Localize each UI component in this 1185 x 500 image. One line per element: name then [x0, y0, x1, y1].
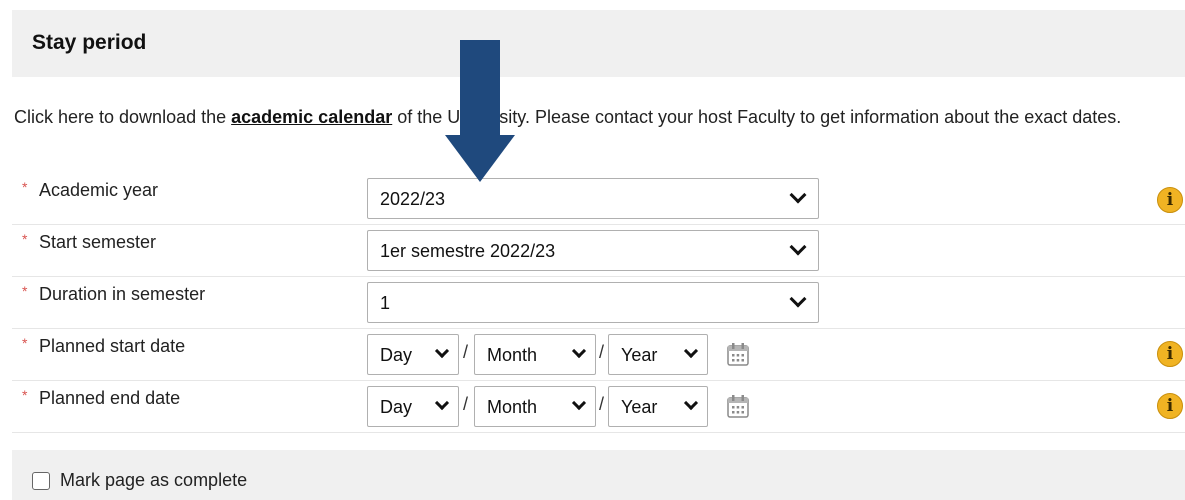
start-semester-select[interactable]: 1er semestre 2022/23	[367, 230, 819, 271]
section-header: Stay period	[12, 10, 1185, 77]
end-day-value: Day	[380, 397, 413, 417]
chevron-down-icon	[571, 343, 587, 359]
end-month-value: Month	[487, 397, 538, 417]
start-year-select[interactable]: Year	[608, 334, 708, 375]
footer-bar: Mark page as complete	[12, 450, 1185, 500]
end-month-select[interactable]: Month	[474, 386, 596, 427]
academic-year-value: 2022/23	[380, 189, 446, 209]
section-title: Stay period	[32, 31, 147, 54]
date-separator: /	[463, 342, 469, 362]
end-year-select[interactable]: Year	[608, 386, 708, 427]
info-icon[interactable]: i	[1157, 393, 1183, 419]
date-separator: /	[463, 394, 469, 414]
academic-year-select[interactable]: 2022/23	[367, 178, 819, 219]
chevron-down-icon	[571, 395, 587, 411]
row-start-semester: * Start semester 1er semestre 2022/23	[12, 225, 1185, 277]
chevron-down-icon	[789, 290, 807, 308]
planned-start-date-label: Planned start date	[39, 336, 186, 356]
chevron-down-icon	[434, 395, 450, 411]
end-year-value: Year	[621, 397, 658, 417]
required-marker: *	[22, 283, 28, 299]
info-icon[interactable]: i	[1157, 187, 1183, 213]
required-marker: *	[22, 387, 28, 403]
calendar-icon[interactable]	[727, 342, 749, 366]
row-academic-year: * Academic year 2022/23 i	[12, 173, 1185, 225]
start-month-value: Month	[487, 345, 538, 365]
info-icon[interactable]: i	[1157, 341, 1183, 367]
required-marker: *	[22, 231, 28, 247]
calendar-icon[interactable]	[727, 394, 749, 418]
start-semester-value: 1er semestre 2022/23	[380, 241, 556, 261]
start-year-value: Year	[621, 345, 658, 365]
arrow-down-icon	[445, 40, 515, 182]
academic-calendar-link[interactable]: academic calendar	[231, 107, 392, 127]
mark-complete-label[interactable]: Mark page as complete	[60, 470, 247, 491]
mark-complete-checkbox[interactable]	[32, 472, 50, 490]
row-duration: * Duration in semester 1	[12, 277, 1185, 329]
date-separator: /	[599, 342, 605, 362]
required-marker: *	[22, 179, 28, 195]
planned-end-date-label: Planned end date	[39, 388, 181, 408]
start-day-value: Day	[380, 345, 413, 365]
chevron-down-icon	[789, 238, 807, 256]
chevron-down-icon	[683, 395, 699, 411]
row-planned-end-date: * Planned end date Day / Month / Year i	[12, 381, 1185, 433]
duration-value: 1	[380, 293, 391, 313]
intro-text-before: Click here to download the	[14, 107, 232, 127]
end-day-select[interactable]: Day	[367, 386, 459, 427]
start-month-select[interactable]: Month	[474, 334, 596, 375]
duration-label: Duration in semester	[39, 284, 206, 304]
date-separator: /	[599, 394, 605, 414]
start-day-select[interactable]: Day	[367, 334, 459, 375]
chevron-down-icon	[789, 186, 807, 204]
chevron-down-icon	[434, 343, 450, 359]
academic-year-label: Academic year	[39, 180, 159, 200]
start-semester-label: Start semester	[39, 232, 157, 252]
duration-select[interactable]: 1	[367, 282, 819, 323]
chevron-down-icon	[683, 343, 699, 359]
required-marker: *	[22, 335, 28, 351]
intro-text: Click here to download the academic cale…	[14, 88, 1179, 146]
row-planned-start-date: * Planned start date Day / Month / Year …	[12, 329, 1185, 381]
